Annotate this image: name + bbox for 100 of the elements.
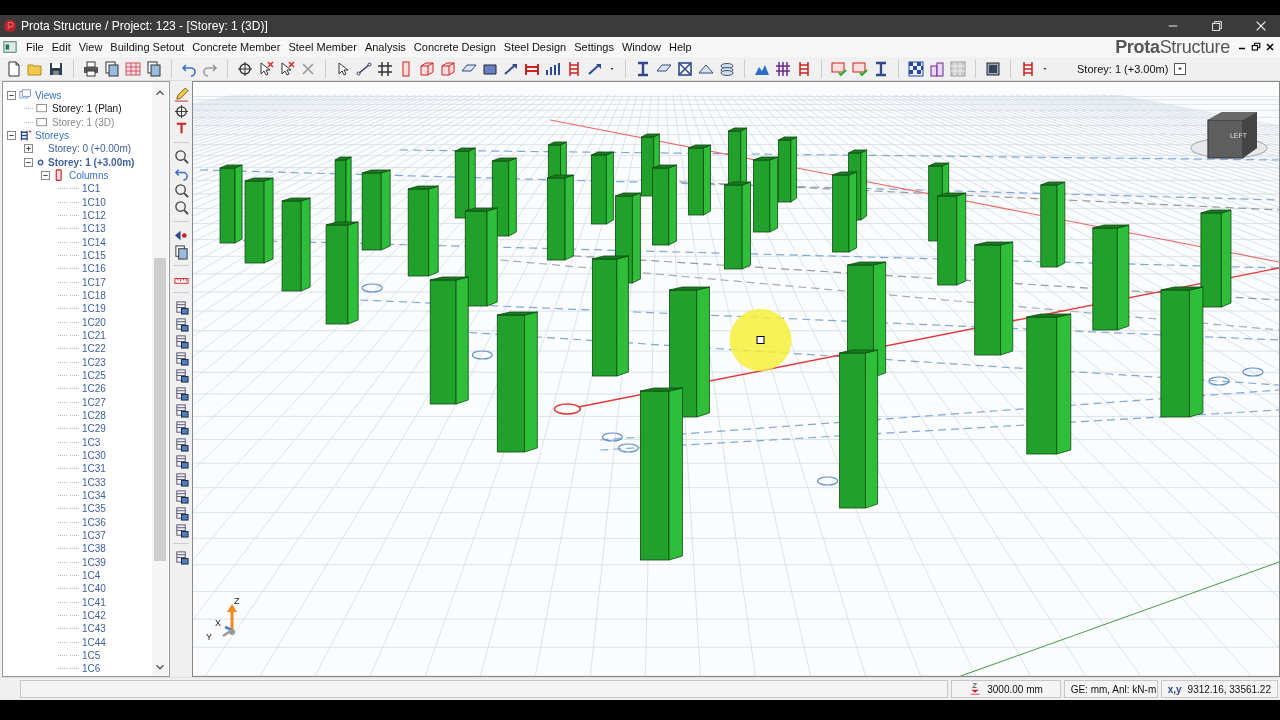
magnifier-icon[interactable] bbox=[173, 200, 189, 216]
building-icon[interactable] bbox=[929, 60, 945, 77]
storey-icon[interactable] bbox=[173, 368, 189, 384]
menu-item[interactable]: Concrete Member bbox=[188, 41, 285, 53]
storey-icon[interactable] bbox=[173, 550, 189, 566]
tree-item[interactable]: 1C12 bbox=[82, 210, 106, 222]
restore-icon[interactable] bbox=[1210, 19, 1224, 33]
menu-item[interactable]: View bbox=[74, 41, 107, 53]
tree-item[interactable]: 1C25 bbox=[82, 370, 106, 382]
menu-item[interactable]: File bbox=[22, 41, 48, 53]
tree-item[interactable]: 1C6 bbox=[82, 663, 101, 675]
tree-item[interactable]: 1C3 bbox=[82, 436, 101, 448]
expand-icon[interactable] bbox=[25, 145, 32, 153]
tree-item[interactable]: 1C15 bbox=[82, 250, 106, 262]
tree-item[interactable]: 1C41 bbox=[82, 596, 106, 608]
storey-icon[interactable] bbox=[173, 402, 189, 418]
tree-item[interactable]: 1C40 bbox=[82, 583, 106, 595]
pages-icon[interactable] bbox=[173, 244, 189, 260]
tree-item[interactable]: 1C34 bbox=[82, 490, 106, 501]
checker-icon[interactable] bbox=[908, 60, 924, 77]
view-cube-drawing[interactable] bbox=[1190, 112, 1268, 159]
menu-item[interactable]: Help bbox=[665, 41, 696, 53]
menu-item[interactable]: Concrete Design bbox=[409, 41, 500, 53]
close-icon[interactable] bbox=[1264, 41, 1276, 53]
menu-item[interactable]: Steel Member bbox=[284, 41, 361, 53]
tree-item[interactable]: Storeys bbox=[35, 130, 69, 142]
tree-item[interactable]: 1C27 bbox=[82, 396, 106, 408]
storey-icon[interactable] bbox=[173, 437, 189, 453]
line-icon[interactable] bbox=[356, 60, 372, 77]
tree-item[interactable]: Views bbox=[35, 90, 62, 102]
i-beam-icon[interactable] bbox=[635, 60, 651, 77]
tree-item[interactable]: 1C43 bbox=[82, 623, 106, 635]
pencil-icon[interactable] bbox=[173, 87, 189, 102]
tree-item[interactable]: 1C16 bbox=[82, 263, 106, 275]
crosshair-icon[interactable] bbox=[237, 60, 253, 77]
crosshair-icon[interactable] bbox=[173, 104, 189, 120]
pages-icon[interactable] bbox=[104, 60, 120, 77]
tree-item[interactable]: 1C4 bbox=[82, 569, 101, 581]
storey-icon[interactable] bbox=[173, 385, 189, 401]
menu-item[interactable]: Analysis bbox=[360, 41, 410, 53]
pointer-cross-icon[interactable] bbox=[258, 60, 274, 77]
tree-item[interactable]: 1C14 bbox=[82, 236, 106, 248]
tree-item[interactable]: 1C30 bbox=[82, 450, 106, 461]
box-icon[interactable] bbox=[419, 60, 435, 77]
tree-item[interactable]: 1C26 bbox=[82, 383, 106, 395]
storey-dropdown[interactable]: Storey: 1 (+3.00m) bbox=[1077, 62, 1187, 75]
storey-icon[interactable] bbox=[173, 505, 189, 521]
scrollbar[interactable] bbox=[152, 82, 168, 676]
tree-item[interactable]: 1C42 bbox=[82, 609, 106, 621]
document-icon[interactable] bbox=[6, 60, 22, 77]
tree-item[interactable]: 1C17 bbox=[82, 276, 106, 288]
tree-item[interactable]: 1C23 bbox=[82, 356, 106, 368]
tree-item[interactable]: 1C19 bbox=[82, 303, 106, 315]
panel-icon[interactable] bbox=[985, 60, 1001, 77]
tree-item[interactable]: 1C31 bbox=[82, 463, 106, 475]
layers-icon[interactable] bbox=[719, 60, 735, 77]
storey-icon[interactable] bbox=[173, 454, 189, 470]
pages-icon[interactable] bbox=[146, 60, 162, 77]
storey-icon[interactable] bbox=[173, 419, 189, 435]
tree-item[interactable]: 1C5 bbox=[82, 649, 101, 661]
storey-icon[interactable] bbox=[173, 351, 189, 367]
grid-icon[interactable] bbox=[377, 60, 393, 77]
ladder-icon[interactable] bbox=[796, 60, 812, 77]
tree-item[interactable]: 1C29 bbox=[82, 423, 106, 435]
storey-icon[interactable] bbox=[173, 471, 189, 487]
menu-item[interactable]: Steel Design bbox=[499, 41, 571, 53]
bars-icon[interactable] bbox=[545, 60, 561, 77]
tree-item[interactable]: 1C20 bbox=[82, 316, 106, 328]
tree-item[interactable]: 1C38 bbox=[82, 543, 106, 555]
tree-item[interactable]: 1C21 bbox=[82, 330, 106, 342]
close-icon[interactable] bbox=[1254, 19, 1268, 33]
magnifier-icon[interactable] bbox=[173, 183, 189, 199]
tree-item[interactable]: 1C35 bbox=[82, 503, 106, 515]
restore-icon[interactable] bbox=[1250, 41, 1262, 53]
menu-item[interactable]: Window bbox=[617, 41, 666, 53]
storey-icon[interactable] bbox=[173, 334, 189, 349]
menu-item[interactable]: Settings bbox=[570, 41, 618, 53]
table-icon[interactable] bbox=[125, 60, 141, 77]
storey-icon[interactable] bbox=[173, 488, 189, 504]
tree-item[interactable]: 1C22 bbox=[82, 343, 106, 355]
tree-item[interactable]: 1C10 bbox=[82, 196, 106, 208]
tree-item[interactable]: 1C39 bbox=[82, 556, 106, 568]
storey-icon[interactable] bbox=[173, 523, 189, 539]
tree-item[interactable]: 1C37 bbox=[82, 530, 106, 541]
check-icon[interactable] bbox=[852, 60, 868, 77]
crossed-box-icon[interactable] bbox=[677, 60, 693, 77]
i-beam-icon[interactable] bbox=[873, 60, 889, 77]
tree-item[interactable]: Storey: 1 (Plan) bbox=[52, 103, 122, 115]
grid-icon[interactable] bbox=[775, 60, 791, 77]
ladder-icon[interactable] bbox=[566, 60, 582, 77]
printer-icon[interactable] bbox=[83, 60, 99, 77]
menu-item[interactable]: Edit bbox=[47, 41, 75, 53]
storey-icon[interactable] bbox=[173, 299, 189, 315]
tree-item[interactable]: 1C44 bbox=[82, 636, 106, 648]
check-icon[interactable] bbox=[831, 60, 847, 77]
storey-icon[interactable] bbox=[173, 316, 189, 332]
tree-item[interactable]: 1C28 bbox=[82, 410, 106, 422]
box-icon[interactable] bbox=[440, 60, 456, 77]
tree-item[interactable]: 1C1 bbox=[82, 183, 101, 195]
tree-item[interactable]: 1C18 bbox=[82, 290, 106, 302]
